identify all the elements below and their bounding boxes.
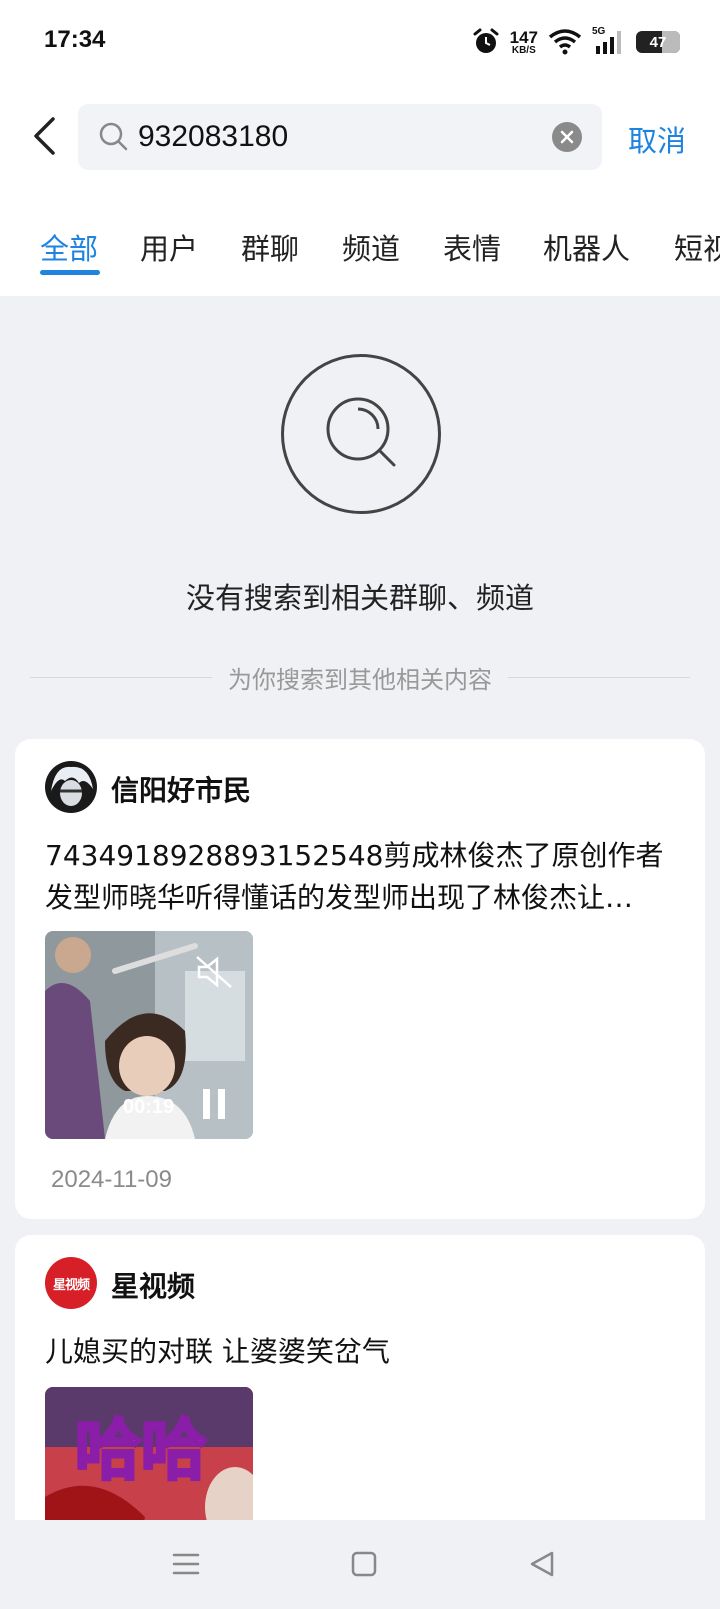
search-tabs: 全部 用户 群聊 频道 表情 机器人 短视 [0, 192, 720, 296]
tab-all[interactable]: 全部 [40, 226, 98, 268]
search-input[interactable] [138, 104, 538, 170]
author-name[interactable]: 信阳好市民 [111, 769, 251, 809]
close-icon [560, 130, 574, 144]
tab-short-videos[interactable]: 短视 [674, 226, 720, 268]
video-thumbnail[interactable]: 00:19 [45, 931, 253, 1139]
thumbnail-caption: 哈哈 [74, 1411, 209, 1491]
alarm-icon [473, 28, 499, 53]
net-speed-unit: KB/S [511, 44, 536, 56]
avatar[interactable]: 星视频 [45, 1257, 97, 1309]
pause-icon[interactable] [203, 1089, 225, 1119]
search-box[interactable] [78, 104, 602, 170]
cancel-button[interactable]: 取消 [628, 118, 686, 160]
post-text: 7434918928893152548剪成林俊杰了原创作者发型师晓华听得懂话的发… [45, 839, 664, 914]
status-icons: 147 KB/S 5G 47 [472, 24, 680, 60]
back-button[interactable] [26, 110, 62, 162]
tab-channels[interactable]: 频道 [342, 226, 400, 268]
clear-search-button[interactable] [552, 122, 582, 152]
avatar-logo-text: 星视频 [52, 1277, 90, 1293]
avatar[interactable] [45, 761, 97, 813]
active-tab-indicator [40, 270, 100, 275]
post-text: 儿媳买的对联 让婆婆笑岔气 [45, 1335, 390, 1368]
tab-group-chats[interactable]: 群聊 [241, 226, 299, 268]
video-duration: 00:19 [123, 1096, 175, 1118]
battery-icon: 47 [636, 31, 680, 53]
empty-search-icon [281, 354, 441, 514]
system-nav-bar [0, 1520, 720, 1609]
signal-icon: 5G [592, 26, 626, 56]
result-card[interactable]: 星视频 星视频 儿媳买的对联 让婆婆笑岔气 哈哈 [15, 1235, 705, 1525]
back-arrow-icon [34, 117, 55, 155]
wifi-icon [548, 29, 582, 55]
empty-state-message: 没有搜索到相关群聊、频道 [185, 581, 534, 615]
related-divider-text: 为你搜索到其他相关内容 [228, 665, 492, 694]
net-speed: 147 KB/S [510, 29, 538, 56]
search-header: 取消 [0, 84, 720, 192]
menu-icon[interactable] [172, 1550, 200, 1578]
status-bar: 17:34 147 KB/S 5G 47 [0, 0, 720, 84]
result-card[interactable]: 信阳好市民 7434918928893152548剪成林俊杰了原创作者发型师晓华… [15, 739, 705, 1219]
home-icon[interactable] [350, 1550, 378, 1578]
status-time: 17:34 [44, 26, 106, 53]
video-thumbnail[interactable]: 哈哈 [45, 1387, 253, 1525]
net-speed-value: 147 [509, 27, 538, 47]
search-icon [99, 122, 128, 151]
back-nav-icon[interactable] [528, 1550, 556, 1578]
tab-users[interactable]: 用户 [140, 226, 198, 268]
battery-level: 47 [649, 33, 667, 51]
tab-stickers[interactable]: 表情 [443, 226, 501, 268]
author-name[interactable]: 星视频 [111, 1265, 195, 1305]
related-divider: 为你搜索到其他相关内容 [30, 662, 690, 694]
post-date: 2024-11-09 [51, 1166, 172, 1193]
tab-bots[interactable]: 机器人 [543, 226, 630, 268]
mute-icon[interactable] [195, 955, 235, 989]
